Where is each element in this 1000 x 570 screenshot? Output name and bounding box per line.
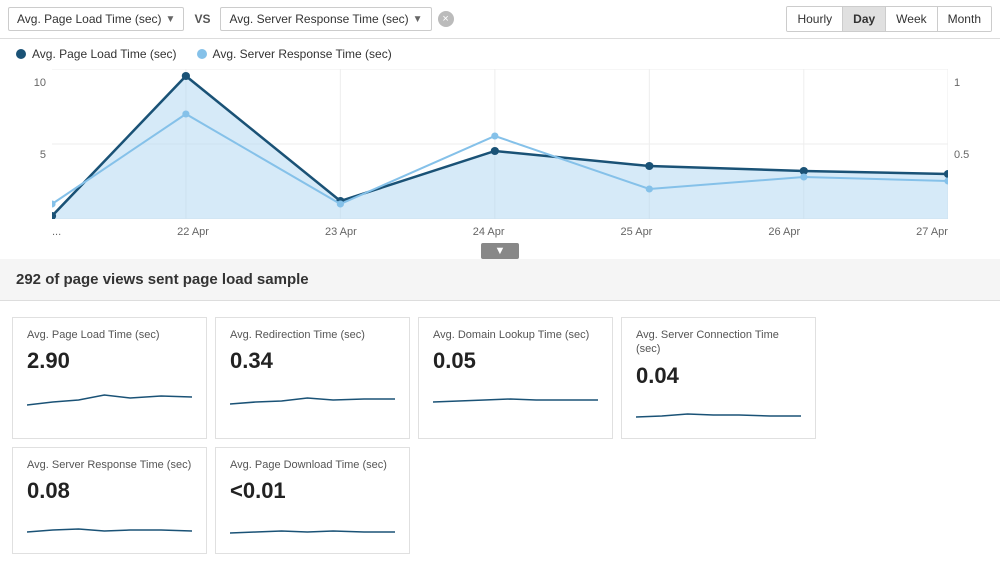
mini-chart-page-load — [27, 380, 192, 410]
server-response-dot-26apr — [800, 174, 807, 181]
mini-chart-redirection — [230, 380, 395, 410]
metric-card-server-response-value: 0.08 — [27, 478, 192, 504]
y-axis-right: 1 0.5 — [948, 69, 984, 224]
main-chart — [52, 69, 948, 219]
server-response-dot-22apr — [182, 111, 189, 118]
metric-card-domain-lookup-value: 0.05 — [433, 348, 598, 374]
x-label-26apr: 26 Apr — [768, 226, 800, 238]
metric-card-page-load-value: 2.90 — [27, 348, 192, 374]
metric-card-server-response: Avg. Server Response Time (sec) 0.08 — [12, 447, 207, 554]
legend-dot-server-response — [197, 49, 207, 59]
scroll-hint-button[interactable]: ▼ — [481, 243, 520, 259]
metric-card-server-connection: Avg. Server Connection Time (sec) 0.04 — [621, 317, 816, 439]
metric2-select[interactable]: Avg. Server Response Time (sec) ▼ — [220, 7, 431, 31]
metric-card-page-load-title: Avg. Page Load Time (sec) — [27, 328, 192, 342]
metric1-label: Avg. Page Load Time (sec) — [17, 12, 162, 26]
metric-card-page-load: Avg. Page Load Time (sec) 2.90 — [12, 317, 207, 439]
metric-card-server-response-title: Avg. Server Response Time (sec) — [27, 458, 192, 472]
server-response-dot-23apr — [337, 201, 344, 208]
x-label-27apr: 27 Apr — [916, 226, 948, 238]
mini-chart-server-connection — [636, 395, 801, 425]
x-label-24apr: 24 Apr — [473, 226, 505, 238]
metric-card-redirection-title: Avg. Redirection Time (sec) — [230, 328, 395, 342]
day-button[interactable]: Day — [843, 7, 886, 31]
mini-chart-server-response — [27, 510, 192, 540]
legend-label-server-response: Avg. Server Response Time (sec) — [213, 47, 392, 61]
server-response-dot-25apr — [646, 186, 653, 193]
metric-card-domain-lookup: Avg. Domain Lookup Time (sec) 0.05 — [418, 317, 613, 439]
month-button[interactable]: Month — [938, 7, 991, 31]
metric2-arrow-icon: ▼ — [413, 14, 423, 25]
y-right-top: 1 — [954, 77, 984, 89]
scroll-hint: ▼ — [16, 242, 984, 259]
y-axis-left: 10 5 — [16, 69, 52, 224]
metric-card-page-download-value: <0.01 — [230, 478, 395, 504]
metric2-label: Avg. Server Response Time (sec) — [229, 12, 408, 26]
time-period-selector: Hourly Day Week Month — [786, 6, 992, 32]
server-response-dot-24apr — [491, 133, 498, 140]
x-label-22apr: 22 Apr — [177, 226, 209, 238]
mini-chart-domain-lookup — [433, 380, 598, 410]
metric-card-page-download-title: Avg. Page Download Time (sec) — [230, 458, 395, 472]
mini-chart-page-download — [230, 510, 395, 540]
metric-card-redirection-value: 0.34 — [230, 348, 395, 374]
x-label-23apr: 23 Apr — [325, 226, 357, 238]
toolbar: Avg. Page Load Time (sec) ▼ VS Avg. Serv… — [0, 0, 1000, 39]
metric-card-server-connection-title: Avg. Server Connection Time (sec) — [636, 328, 801, 357]
stats-summary: 292 of page views sent page load sample — [0, 259, 1000, 301]
page-load-dot-22apr — [182, 72, 190, 80]
x-label-start: ... — [52, 226, 61, 238]
remove-metric2-button[interactable]: × — [438, 11, 454, 27]
metric-card-page-download: Avg. Page Download Time (sec) <0.01 — [215, 447, 410, 554]
metric-card-server-connection-value: 0.04 — [636, 363, 801, 389]
page-load-fill — [52, 76, 948, 219]
y-left-top: 10 — [16, 77, 46, 89]
chart-legend: Avg. Page Load Time (sec) Avg. Server Re… — [0, 39, 1000, 69]
y-right-mid: 0.5 — [954, 149, 984, 161]
x-label-25apr: 25 Apr — [621, 226, 653, 238]
y-left-mid: 5 — [16, 149, 46, 161]
x-axis-labels: ... 22 Apr 23 Apr 24 Apr 25 Apr 26 Apr 2… — [16, 224, 984, 238]
page-load-dot-24apr — [491, 147, 499, 155]
legend-dot-page-load — [16, 49, 26, 59]
metric-card-domain-lookup-title: Avg. Domain Lookup Time (sec) — [433, 328, 598, 342]
legend-label-page-load: Avg. Page Load Time (sec) — [32, 47, 177, 61]
legend-item-server-response: Avg. Server Response Time (sec) — [197, 47, 392, 61]
week-button[interactable]: Week — [886, 7, 937, 31]
metric1-arrow-icon: ▼ — [166, 14, 176, 25]
metric1-select[interactable]: Avg. Page Load Time (sec) ▼ — [8, 7, 184, 31]
summary-text: 292 of page views sent page load sample — [16, 271, 309, 288]
metric-cards-container: Avg. Page Load Time (sec) 2.90 Avg. Redi… — [0, 301, 1000, 570]
page-load-dot-25apr — [645, 162, 653, 170]
metric-card-redirection: Avg. Redirection Time (sec) 0.34 — [215, 317, 410, 439]
hourly-button[interactable]: Hourly — [787, 7, 843, 31]
legend-item-page-load: Avg. Page Load Time (sec) — [16, 47, 177, 61]
vs-label: VS — [190, 12, 214, 26]
